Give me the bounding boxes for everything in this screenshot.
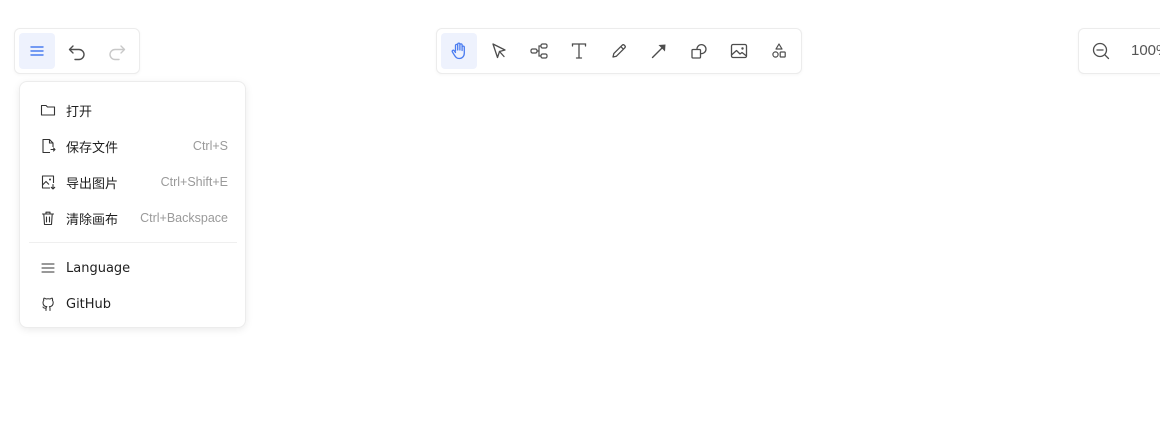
redo-icon <box>109 45 126 61</box>
select-tool-button[interactable] <box>481 33 517 69</box>
menu-item-label: 打开 <box>66 104 93 120</box>
pointer-icon <box>492 43 506 59</box>
pencil-icon <box>612 44 626 58</box>
save-file-icon <box>40 138 56 154</box>
menu-item-shortcut: Ctrl+Backspace <box>140 211 228 225</box>
app-menu-panel <box>14 28 140 74</box>
shape-tool-button[interactable] <box>681 33 717 69</box>
menu-lines-icon <box>40 260 56 276</box>
menu-item-label: Language <box>66 260 131 276</box>
hand-tool-button[interactable] <box>441 33 477 69</box>
menu-item-shortcut: Ctrl+S <box>192 139 228 153</box>
image-icon <box>730 43 748 59</box>
hand-icon <box>451 42 465 60</box>
shapes-icon <box>772 43 786 58</box>
menu-item-label: 清除画布 <box>66 212 119 228</box>
menu-item-shortcut: Ctrl+Shift+E <box>160 175 228 189</box>
zoom-out-button[interactable] <box>1083 33 1119 69</box>
menu-item-save-file[interactable]: 保存文件 Ctrl+S <box>30 129 237 163</box>
folder-icon <box>40 102 56 118</box>
menu-item-github[interactable]: GitHub <box>30 287 237 321</box>
menu-divider <box>29 242 237 243</box>
undo-button[interactable] <box>59 33 95 69</box>
trash-icon <box>40 210 56 226</box>
arrow-icon <box>651 44 666 59</box>
pencil-tool-button[interactable] <box>601 33 637 69</box>
menu-item-export-image[interactable]: 导出图片 Ctrl+Shift+E <box>30 165 237 199</box>
text-icon <box>571 43 587 59</box>
menu-item-language[interactable]: Language <box>30 251 237 285</box>
zoom-out-icon <box>1092 42 1110 60</box>
main-menu-button[interactable] <box>19 33 55 69</box>
menu-item-open[interactable]: 打开 <box>30 93 237 127</box>
zoom-level[interactable]: 100% <box>1131 42 1160 59</box>
zoom-panel: 100% <box>1078 28 1160 74</box>
drawing-toolbar <box>436 28 802 74</box>
mindmap-tool-button[interactable] <box>521 33 557 69</box>
arrow-tool-button[interactable] <box>641 33 677 69</box>
main-menu-dropdown: 打开 保存文件 Ctrl+S 导出图片 Ctrl+Shift+E 清除画布 Ct… <box>19 81 246 328</box>
undo-icon <box>68 45 85 61</box>
text-tool-button[interactable] <box>561 33 597 69</box>
menu-item-label: GitHub <box>66 296 112 312</box>
menu-item-label: 导出图片 <box>66 176 119 192</box>
export-image-icon <box>40 174 56 190</box>
menu-item-label: 保存文件 <box>66 140 119 156</box>
github-icon <box>40 296 56 312</box>
menu-item-clear-canvas[interactable]: 清除画布 Ctrl+Backspace <box>30 201 237 235</box>
image-tool-button[interactable] <box>721 33 757 69</box>
more-shapes-tool-button[interactable] <box>761 33 797 69</box>
mindmap-icon <box>530 43 548 59</box>
hamburger-icon <box>30 46 44 56</box>
redo-button[interactable] <box>99 33 135 69</box>
shape-icon <box>691 43 707 59</box>
